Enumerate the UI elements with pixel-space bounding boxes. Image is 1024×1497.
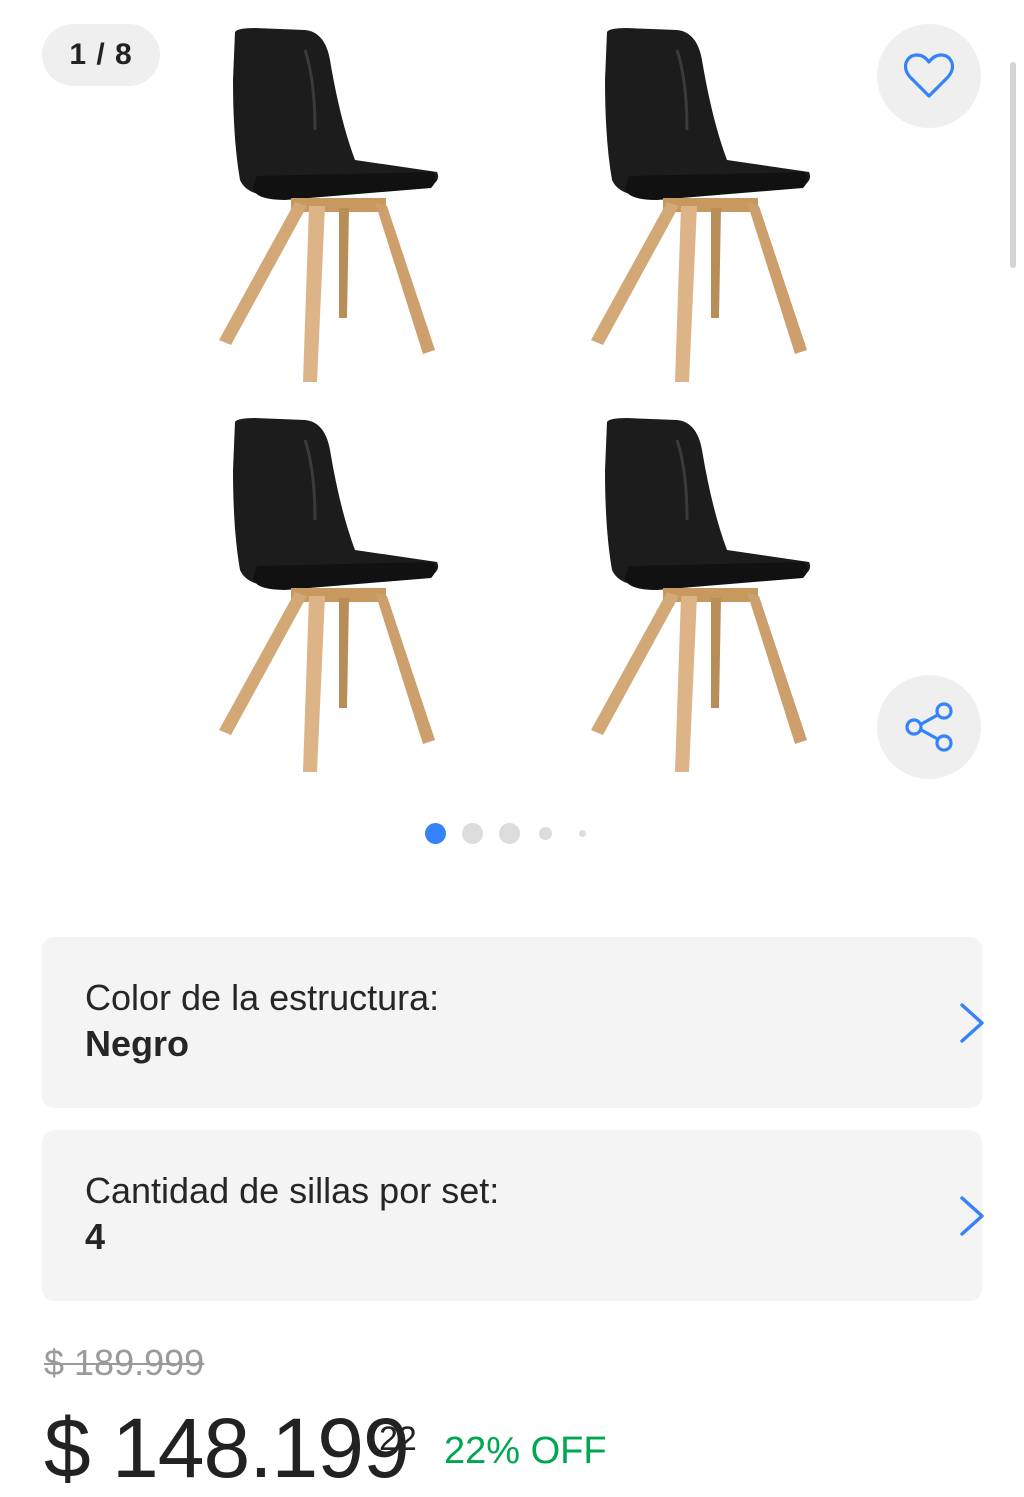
- chevron-right-icon: [960, 1196, 984, 1236]
- variation-selector-color[interactable]: Color de la estructura: Negro: [42, 937, 984, 1108]
- price-amount: $ 148.199: [44, 1401, 410, 1495]
- image-counter: 1 / 8: [42, 24, 160, 86]
- pagination-dot[interactable]: [499, 823, 520, 844]
- pagination-dot[interactable]: [579, 830, 586, 837]
- heart-icon: [903, 53, 955, 98]
- variation-value: Negro: [85, 1023, 190, 1064]
- variation-label: Color de la estructura:: [85, 977, 440, 1018]
- variation-label: Cantidad de sillas por set:: [85, 1170, 500, 1211]
- chair-image-bottom-left: [219, 418, 439, 772]
- pagination-dot[interactable]: [539, 827, 552, 840]
- chevron-right-icon: [960, 1003, 984, 1043]
- discount-badge: 22% OFF: [444, 1430, 607, 1472]
- chair-image-top-right: [591, 28, 811, 382]
- scrollbar[interactable]: [1010, 62, 1016, 268]
- variation-value: 4: [85, 1216, 106, 1257]
- share-button[interactable]: [877, 675, 981, 779]
- price-cents: 22: [379, 1420, 417, 1458]
- carousel-pagination[interactable]: [0, 822, 1024, 846]
- pagination-dot[interactable]: [462, 823, 483, 844]
- chair-image-top-left: [219, 28, 439, 382]
- pagination-dot-active[interactable]: [425, 823, 446, 844]
- share-icon: [905, 702, 953, 752]
- product-image-gallery[interactable]: 1 / 8: [0, 0, 1024, 880]
- original-price: $ 189.999: [44, 1342, 205, 1383]
- favorite-button[interactable]: [877, 24, 981, 128]
- variation-selector-quantity[interactable]: Cantidad de sillas por set: 4: [42, 1130, 984, 1301]
- chair-image-bottom-right: [591, 418, 811, 772]
